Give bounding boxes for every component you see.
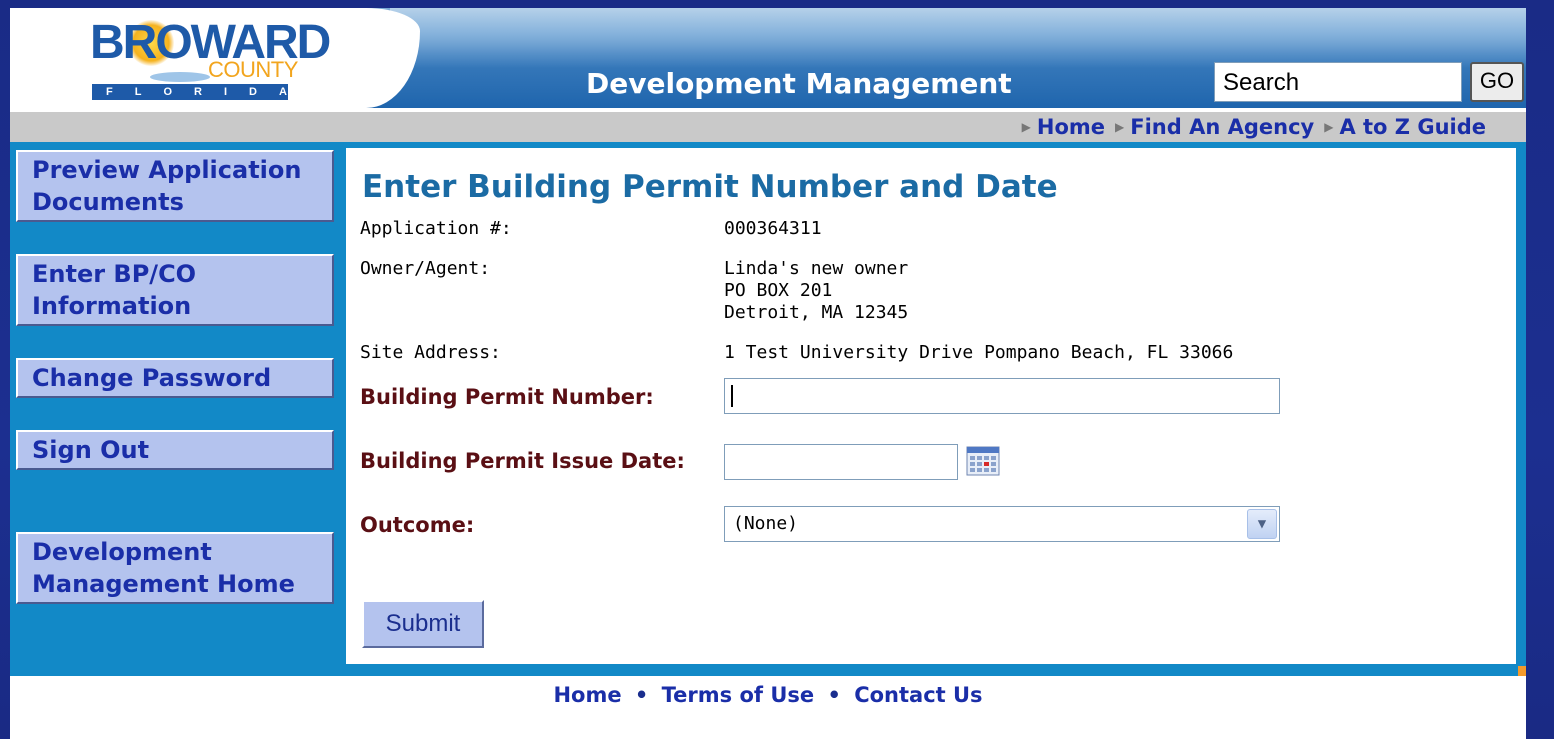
browser-page: BROWARD COUNTY FLORIDA Development Manag… — [10, 8, 1526, 739]
issue-date-label: Building Permit Issue Date: — [360, 449, 685, 473]
site-header: BROWARD COUNTY FLORIDA Development Manag… — [10, 8, 1526, 108]
wave-icon — [150, 72, 210, 82]
nav-link-a-to-z-guide[interactable]: A to Z Guide — [1339, 112, 1486, 142]
top-nav: ▶ Home ▶ Find An Agency ▶ A to Z Guide — [1012, 112, 1486, 142]
site-address-label: Site Address: — [360, 342, 501, 363]
triangle-right-icon: ▶ — [1021, 120, 1031, 134]
sidebar-item-sign-out[interactable]: Sign Out — [16, 430, 334, 470]
outcome-label: Outcome: — [360, 513, 475, 537]
owner-agent-address-line1: PO BOX 201 — [724, 280, 833, 301]
go-button[interactable]: GO — [1470, 62, 1524, 102]
sidebar-item-preview-application-documents[interactable]: Preview Application Documents — [16, 150, 334, 222]
logo-florida-text: FLORIDA — [92, 84, 288, 100]
footer-separator: • — [634, 683, 649, 707]
footer-link-terms-of-use[interactable]: Terms of Use — [662, 683, 815, 707]
page-title: Enter Building Permit Number and Date — [362, 169, 1058, 205]
permit-number-label: Building Permit Number: — [360, 385, 654, 409]
search-input[interactable]: Search — [1214, 62, 1462, 102]
footer-separator: • — [827, 683, 841, 707]
submit-button[interactable]: Submit — [362, 600, 484, 648]
owner-agent-name: Linda's new owner — [724, 258, 909, 279]
sidebar-item-change-password[interactable]: Change Password — [16, 358, 334, 398]
site-title: Development Management — [586, 67, 1012, 100]
triangle-right-icon: ▶ — [1324, 120, 1334, 134]
triangle-right-icon: ▶ — [1115, 120, 1125, 134]
header-sky-graphic — [390, 8, 1526, 68]
permit-number-field[interactable] — [724, 378, 1280, 414]
sidebar-item-development-management-home[interactable]: Development Management Home — [16, 532, 334, 604]
calendar-icon[interactable] — [966, 446, 1000, 476]
broward-county-logo[interactable]: BROWARD COUNTY FLORIDA — [10, 8, 420, 108]
owner-agent-label: Owner/Agent: — [360, 258, 491, 279]
site-footer: Home • Terms of Use • Contact Us — [10, 680, 1526, 710]
outcome-selected-value: (None) — [733, 513, 799, 534]
issue-date-field[interactable] — [724, 444, 958, 480]
sidebar-item-enter-bp-co-information[interactable]: Enter BP/CO Information — [16, 254, 334, 326]
owner-agent-address-line2: Detroit, MA 12345 — [724, 302, 909, 323]
application-number-label: Application #: — [360, 218, 512, 239]
footer-link-home[interactable]: Home — [553, 683, 621, 707]
chevron-down-icon[interactable]: ▼ — [1247, 509, 1277, 539]
frame-corner-accent — [1518, 666, 1526, 676]
nav-link-home[interactable]: Home — [1037, 112, 1105, 142]
logo-county-text: COUNTY — [208, 57, 298, 82]
application-number-value: 000364311 — [724, 218, 822, 239]
site-address-value: 1 Test University Drive Pompano Beach, F… — [724, 342, 1234, 363]
footer-link-contact-us[interactable]: Contact Us — [854, 683, 982, 707]
outcome-select[interactable]: (None) ▼ — [724, 506, 1280, 542]
nav-link-find-an-agency[interactable]: Find An Agency — [1130, 112, 1314, 142]
main-content: Enter Building Permit Number and Date Ap… — [346, 148, 1516, 664]
text-caret — [731, 385, 733, 407]
